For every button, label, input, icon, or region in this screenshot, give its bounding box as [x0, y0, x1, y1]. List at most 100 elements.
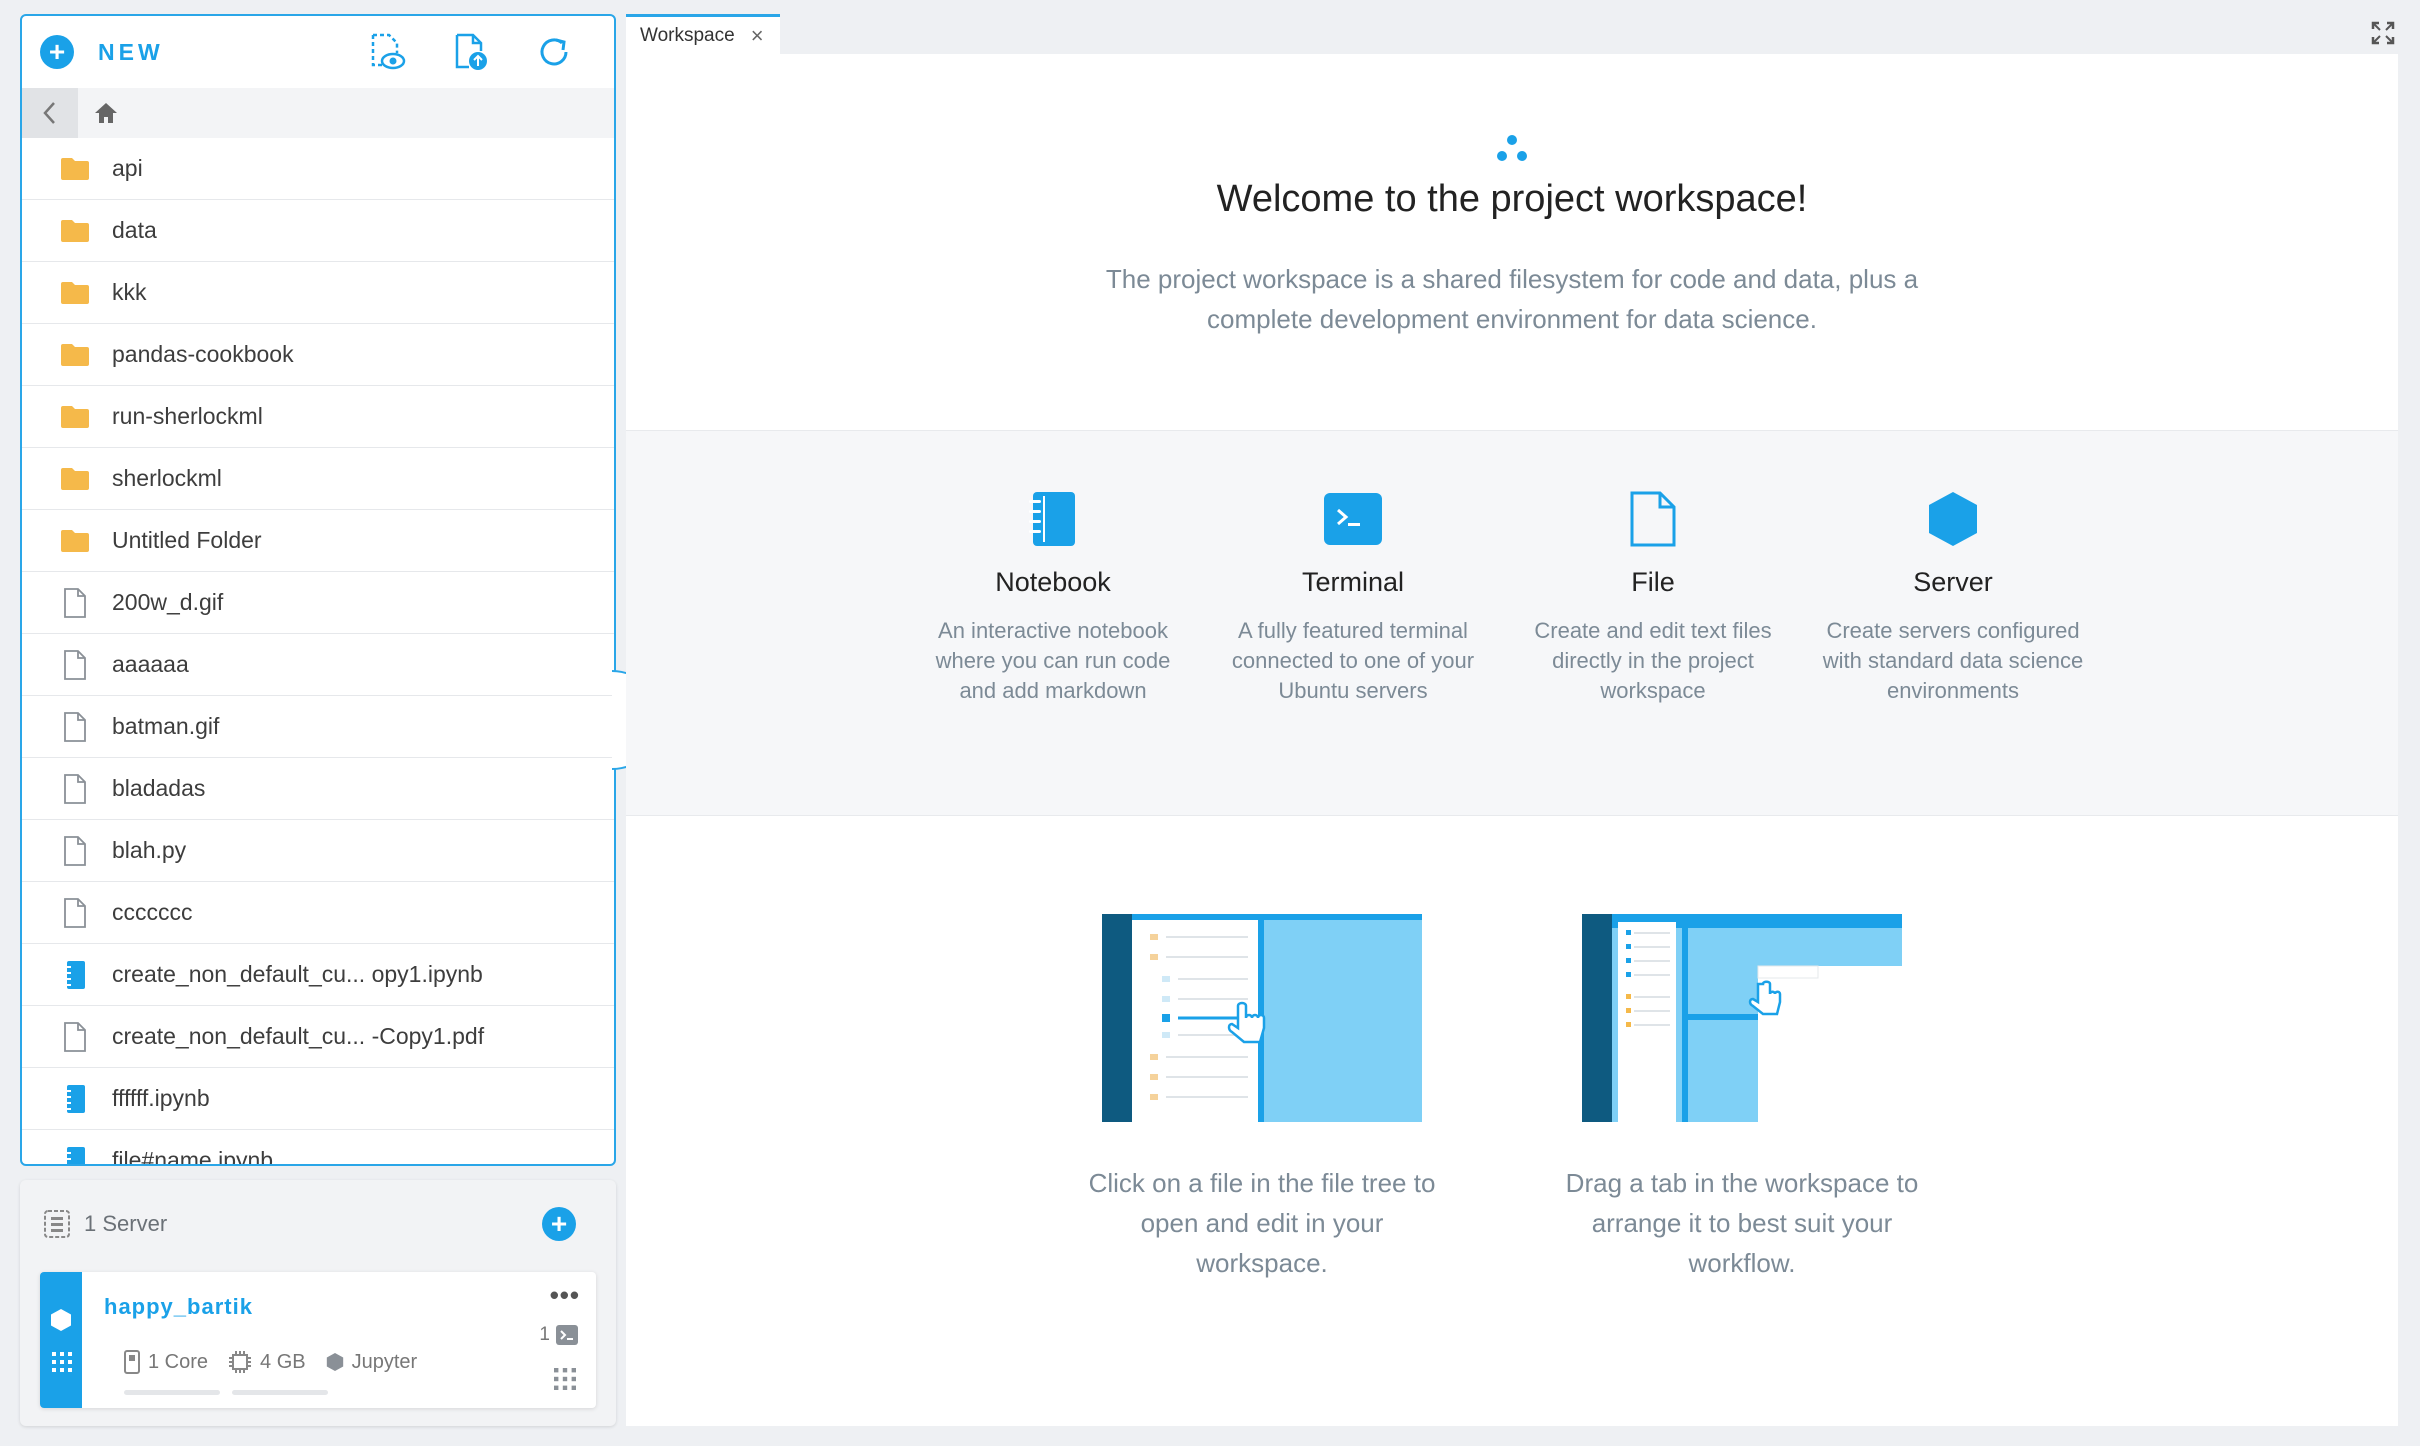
file-icon	[60, 897, 90, 928]
cpu-usage-bar	[124, 1390, 220, 1395]
folder-icon	[60, 402, 90, 432]
server-usage-bars	[124, 1390, 328, 1395]
feature-file[interactable]: File Create and edit text files directly…	[1518, 431, 1788, 706]
server-cores: 1 Core	[124, 1350, 208, 1374]
server-apps-icon[interactable]	[554, 1368, 576, 1390]
tip-text: Click on a file in the file tree to open…	[1088, 1168, 1436, 1278]
folder-icon	[60, 154, 90, 184]
back-button[interactable]	[22, 88, 78, 138]
folder-icon	[60, 278, 90, 308]
file-list: api data kkk pandas-cookbook run-sherlockml s…	[22, 138, 614, 1166]
folder-icon	[60, 340, 90, 370]
file-name: data	[112, 217, 157, 243]
expand-icon[interactable]	[2370, 20, 2396, 46]
folder-icon	[60, 526, 90, 556]
folder-item[interactable]: sherlockml	[22, 448, 614, 510]
file-name: aaaaaa	[112, 651, 189, 677]
server-count: 1 Server	[84, 1211, 168, 1236]
terminal-icon	[556, 1325, 578, 1345]
file-name: run-sherlockml	[112, 403, 263, 429]
file-icon	[60, 587, 90, 618]
file-name: ffffff.ipynb	[112, 1085, 210, 1111]
notebook-icon	[60, 1146, 90, 1164]
tips-section: Click on a file in the file tree to open…	[626, 816, 2398, 1416]
notebook-icon	[60, 1084, 90, 1114]
folder-icon	[60, 216, 90, 246]
folder-item[interactable]: api	[22, 138, 614, 200]
file-name: sherlockml	[112, 465, 222, 491]
chevron-left-icon	[43, 102, 55, 124]
feature-server[interactable]: Server Create servers configured with st…	[1818, 431, 2088, 706]
tab-label: Workspace	[640, 24, 735, 46]
feature-desc: An interactive notebook where you can ru…	[935, 618, 1171, 703]
notebook-icon	[60, 960, 90, 990]
new-button[interactable]: + NEW	[40, 35, 164, 69]
file-name: ccccccc	[112, 899, 193, 925]
new-label: NEW	[98, 38, 164, 65]
file-browser-panel: + NEW api data kkk pandas-cookbook run-s…	[20, 14, 616, 1166]
folder-item[interactable]: data	[22, 200, 614, 262]
server-card[interactable]: happy_bartik ••• 1 1 Core 4 GB Jupyter	[40, 1272, 596, 1408]
file-item[interactable]: file#name.ipynb	[22, 1130, 614, 1166]
file-icon	[60, 773, 90, 804]
file-icon	[1630, 491, 1676, 547]
server-hex-icon	[1929, 492, 1977, 546]
server-type: Jupyter	[326, 1351, 417, 1374]
feature-notebook[interactable]: Notebook An interactive notebook where y…	[918, 431, 1188, 706]
server-status-stripe	[40, 1272, 82, 1408]
file-item[interactable]: bladadas	[22, 758, 614, 820]
feature-terminal[interactable]: Terminal A fully featured terminal conne…	[1218, 431, 1488, 706]
file-item[interactable]: ffffff.ipynb	[22, 1068, 614, 1130]
file-name: create_non_default_cu... opy1.ipynb	[112, 961, 483, 987]
server-list-icon	[40, 1207, 74, 1241]
home-button[interactable]	[84, 88, 128, 138]
refresh-icon[interactable]	[532, 30, 576, 74]
feature-desc: Create and edit text files directly in t…	[1534, 618, 1772, 703]
close-tab-icon[interactable]: ×	[751, 23, 764, 49]
breadcrumb	[22, 88, 614, 138]
terminal-count: 1	[539, 1324, 550, 1345]
feature-title: Terminal	[1301, 567, 1405, 597]
server-memory: 4 GB	[228, 1350, 306, 1374]
server-hex-icon	[51, 1309, 71, 1331]
welcome-section: Welcome to the project workspace! The pr…	[626, 54, 2398, 430]
file-item[interactable]: create_non_default_cu... -Copy1.pdf	[22, 1006, 614, 1068]
apps-grid-icon	[52, 1352, 72, 1372]
workspace-welcome: Welcome to the project workspace! The pr…	[626, 54, 2398, 1426]
server-terminal-indicator[interactable]: 1	[539, 1324, 578, 1346]
file-name: batman.gif	[112, 713, 220, 739]
preview-icon[interactable]	[364, 30, 408, 74]
file-toolbar: + NEW	[22, 16, 614, 88]
folder-item[interactable]: run-sherlockml	[22, 386, 614, 448]
upload-file-icon[interactable]	[448, 30, 492, 74]
file-name: file#name.ipynb	[112, 1147, 274, 1166]
folder-item[interactable]: Untitled Folder	[22, 510, 614, 572]
add-server-button[interactable]: +	[542, 1207, 576, 1241]
memory-usage-bar	[232, 1390, 328, 1395]
jupyter-hex-icon	[326, 1353, 343, 1371]
plus-icon: +	[40, 35, 74, 69]
folder-icon	[60, 464, 90, 494]
folder-item[interactable]: kkk	[22, 262, 614, 324]
feature-desc: Create servers configured with standard …	[1822, 618, 2084, 703]
server-panel: 1 Server + happy_bartik ••• 1 1 Core 4 G…	[20, 1180, 616, 1426]
server-menu-button[interactable]: •••	[550, 1280, 580, 1311]
folder-item[interactable]: pandas-cookbook	[22, 324, 614, 386]
file-name: api	[112, 155, 143, 181]
terminal-icon	[1324, 493, 1382, 545]
home-icon	[95, 103, 117, 123]
file-item[interactable]: 200w_d.gif	[22, 572, 614, 634]
file-icon	[60, 1021, 90, 1052]
file-item[interactable]: create_non_default_cu... opy1.ipynb	[22, 944, 614, 1006]
file-icon	[60, 649, 90, 680]
file-item[interactable]: blah.py	[22, 820, 614, 882]
server-name[interactable]: happy_bartik	[104, 1294, 253, 1320]
file-item[interactable]: ccccccc	[22, 882, 614, 944]
file-item[interactable]: batman.gif	[22, 696, 614, 758]
file-name: 200w_d.gif	[112, 589, 224, 615]
tab-workspace[interactable]: Workspace ×	[626, 14, 780, 54]
file-item[interactable]: aaaaaa	[22, 634, 614, 696]
server-specs: 1 Core 4 GB Jupyter	[124, 1350, 417, 1374]
file-icon	[60, 835, 90, 866]
drag-tab-illustration	[1582, 914, 1902, 1122]
